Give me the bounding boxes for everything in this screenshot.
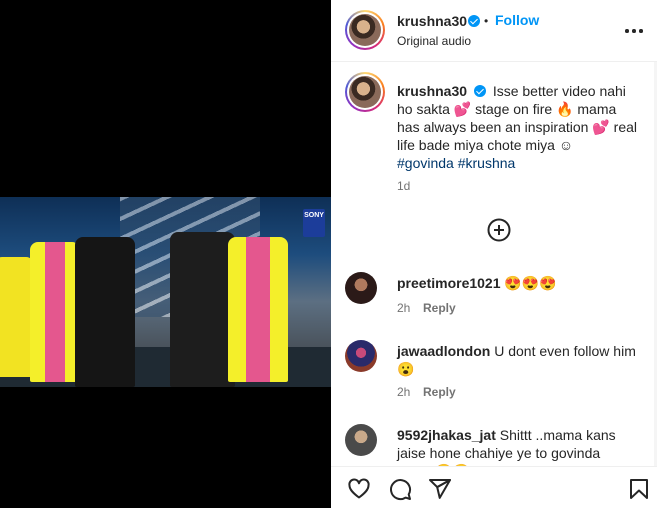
more-options-icon[interactable]	[625, 22, 643, 40]
channel-logo: SONY	[303, 209, 325, 237]
caption-hashtags[interactable]: #govinda #krushna	[397, 155, 515, 171]
dancer-yellow-2	[228, 237, 288, 382]
comment-username[interactable]: 9592jhakas_jat	[397, 427, 496, 443]
reply-button[interactable]: Reply	[423, 301, 456, 315]
dancer-black-2	[170, 232, 235, 387]
author-username[interactable]: krushna30	[397, 13, 467, 29]
share-icon[interactable]	[428, 477, 452, 501]
caption-author-avatar[interactable]	[345, 72, 385, 112]
comment-1: preetimore1021 😍😍😍	[397, 274, 637, 292]
reply-button[interactable]: Reply	[423, 385, 456, 399]
follow-button[interactable]: Follow	[495, 12, 539, 28]
dancer-black-1	[75, 237, 135, 387]
commenter-avatar[interactable]	[345, 340, 377, 372]
comment-2: jawaadlondon U dont even follow him 😮	[397, 342, 637, 378]
caption-username[interactable]: krushna30	[397, 83, 467, 99]
bookmark-icon[interactable]	[627, 477, 651, 501]
action-bar	[331, 466, 657, 508]
audio-label[interactable]: Original audio	[397, 34, 471, 48]
commenter-avatar[interactable]	[345, 272, 377, 304]
post-header: krushna30 • Follow Original audio	[331, 0, 657, 62]
comment-body: 😍😍😍	[504, 275, 557, 291]
post-time: 1d	[397, 179, 411, 193]
caption-verified-icon	[473, 85, 486, 97]
comment-time: 2h	[397, 385, 411, 399]
plus-circle-icon[interactable]	[487, 218, 511, 242]
comment-username[interactable]: preetimore1021	[397, 275, 501, 291]
heart-icon[interactable]	[347, 477, 371, 501]
post-media[interactable]: SONY	[0, 0, 331, 508]
dancer-left	[0, 257, 34, 377]
comment-icon[interactable]	[388, 477, 412, 501]
author-avatar[interactable]	[345, 10, 385, 50]
commenter-avatar[interactable]	[345, 424, 377, 456]
comment-username[interactable]: jawaadlondon	[397, 343, 490, 359]
comment-time: 2h	[397, 301, 411, 315]
separator-dot: •	[484, 14, 489, 28]
dancer-yellow-1	[30, 242, 80, 382]
post-caption: krushna30 Isse better video nahi ho sakt…	[397, 82, 641, 172]
video-player[interactable]: SONY	[0, 197, 331, 387]
verified-badge-icon	[468, 15, 480, 27]
post-side-panel: krushna30 • Follow Original audio krushn…	[331, 0, 657, 508]
